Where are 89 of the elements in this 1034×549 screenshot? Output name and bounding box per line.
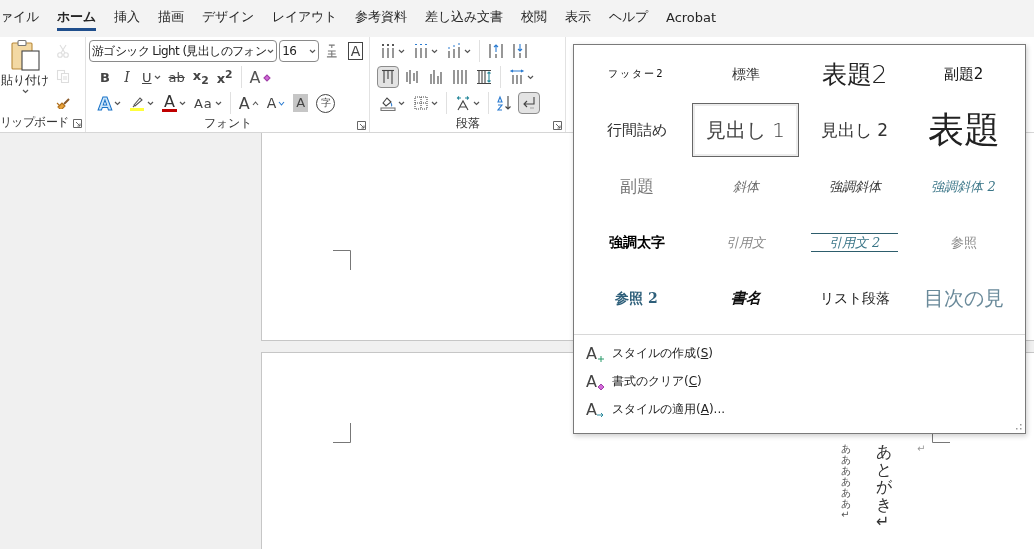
font-name-field[interactable]: 游ゴシック Light (見出しのフォン [89, 40, 278, 62]
triangle-arrows-icon [455, 95, 471, 111]
menu-item[interactable]: 書式のクリア(C) [612, 372, 702, 390]
group-label: リップボード [0, 114, 69, 131]
ribbon-tab[interactable]: レイアウト [272, 6, 337, 31]
subscript-button[interactable]: x$_{2}$ [189, 66, 212, 88]
style-item[interactable]: 参照 [910, 215, 1017, 269]
ribbon-tab[interactable]: 参考資料 [355, 6, 407, 31]
sort-icon [497, 95, 513, 111]
style-item[interactable]: 参照 2 [583, 271, 690, 325]
style-item[interactable]: 強調太字 [583, 215, 690, 269]
style-item[interactable]: 標準 [692, 47, 799, 101]
clear-formatting-button[interactable]: A [246, 66, 274, 88]
ribbon-tab[interactable]: 校閲 [521, 6, 547, 31]
justify-icon [452, 69, 468, 85]
caret-down-icon [278, 100, 286, 106]
style-item[interactable]: 引用文 2 [801, 215, 908, 269]
corner-mark [333, 423, 351, 443]
style-item[interactable]: 強調斜体 2 [910, 159, 1017, 213]
scissors-icon [55, 43, 71, 59]
ribbon-tab[interactable]: ヘルプ [609, 6, 648, 31]
style-item[interactable]: 引用文 [692, 215, 799, 269]
paste-button[interactable]: 貼り付け [0, 39, 50, 113]
style-item[interactable]: 表題2 [801, 47, 908, 101]
phonetic-guide-icon [324, 43, 340, 59]
style-item[interactable]: 書名 [692, 271, 799, 325]
style-item[interactable]: リスト段落 [801, 271, 908, 325]
style-item[interactable]: 目次の見 [910, 271, 1017, 325]
bold-button[interactable]: B [95, 66, 115, 88]
ribbon-tab[interactable]: デザイン [202, 6, 254, 31]
ribbon-tab[interactable]: Acrobat [666, 6, 717, 31]
group-label: 段落 [455, 115, 480, 132]
chevron-icon [21, 89, 29, 94]
style-item[interactable]: 行間詰め [583, 103, 690, 157]
superscript-button[interactable]: x$^{2}$ [213, 66, 236, 88]
corner-mark [333, 250, 351, 270]
ribbon-tab[interactable]: 差し込み文書 [425, 6, 503, 31]
strikethrough-button[interactable]: ab [165, 66, 188, 88]
style-item[interactable]: 副題 [583, 159, 690, 213]
ribbon-tab[interactable]: ァイル [0, 6, 39, 31]
ribbon-tab[interactable]: 挿入 [114, 6, 140, 31]
font-color-button[interactable]: A [158, 92, 189, 114]
chevron-icon [267, 48, 275, 54]
chevron-icon [309, 48, 317, 54]
dialog-launcher-icon[interactable] [357, 121, 366, 130]
multilevel-list-icon [446, 43, 462, 59]
style-item[interactable]: 強調斜体 [801, 159, 908, 213]
caret-up-icon [251, 100, 259, 106]
menu-item[interactable]: スタイルの適用(A)... [612, 400, 726, 418]
eraser-icon [262, 72, 271, 82]
bullet-list-icon [380, 43, 396, 59]
increase-indent-icon [512, 43, 528, 59]
change-case-button[interactable]: Aa [190, 92, 225, 114]
grow-font-button[interactable]: A [235, 92, 262, 114]
resize-grip-icon[interactable] [1015, 423, 1022, 430]
ribbon-tab[interactable]: 表示 [565, 6, 591, 31]
show-marks-button[interactable] [518, 92, 540, 114]
decrease-indent-icon [488, 43, 504, 59]
align-center-icon [404, 69, 420, 85]
line-spacing-icon [509, 69, 525, 85]
font-size-field[interactable]: 16 [279, 40, 320, 62]
align-top-button[interactable] [377, 66, 399, 88]
shrink-font-button[interactable]: A [263, 92, 289, 114]
dialog-launcher-icon[interactable] [553, 121, 562, 130]
heading-text: あとがき↵ [876, 443, 892, 531]
style-item[interactable]: 斜体 [692, 159, 799, 213]
style-item[interactable]: 表題 [910, 103, 1017, 157]
align-bottom-icon [428, 69, 444, 85]
italic-button[interactable]: I [117, 66, 137, 88]
ribbon-tab[interactable]: ホーム [57, 6, 96, 31]
group-label: フォント [203, 115, 252, 132]
borders-icon [413, 95, 429, 111]
style-item[interactable]: 見出し 1 [692, 103, 799, 157]
ribbon-tab[interactable]: 描画 [158, 6, 184, 31]
body-text: ああああああ↵ [841, 443, 851, 522]
menu-item[interactable]: スタイルの作成(S) [612, 344, 713, 362]
numbered-list-icon [413, 43, 429, 59]
paint-bucket-icon [380, 95, 396, 111]
copy-icon [55, 68, 71, 84]
paragraph-mark: ↵ [917, 443, 927, 456]
highlighter-icon [128, 95, 145, 111]
align-top-icon [380, 69, 396, 85]
paragraph-mark-icon [521, 95, 537, 111]
style-item[interactable]: 副題2 [910, 47, 1017, 101]
underline-button[interactable]: U [139, 66, 164, 88]
style-item[interactable]: フッター2 [583, 47, 690, 101]
dialog-launcher-icon[interactable] [73, 119, 82, 128]
distribute-icon [476, 69, 492, 85]
style-item[interactable]: 見出し 2 [801, 103, 908, 157]
